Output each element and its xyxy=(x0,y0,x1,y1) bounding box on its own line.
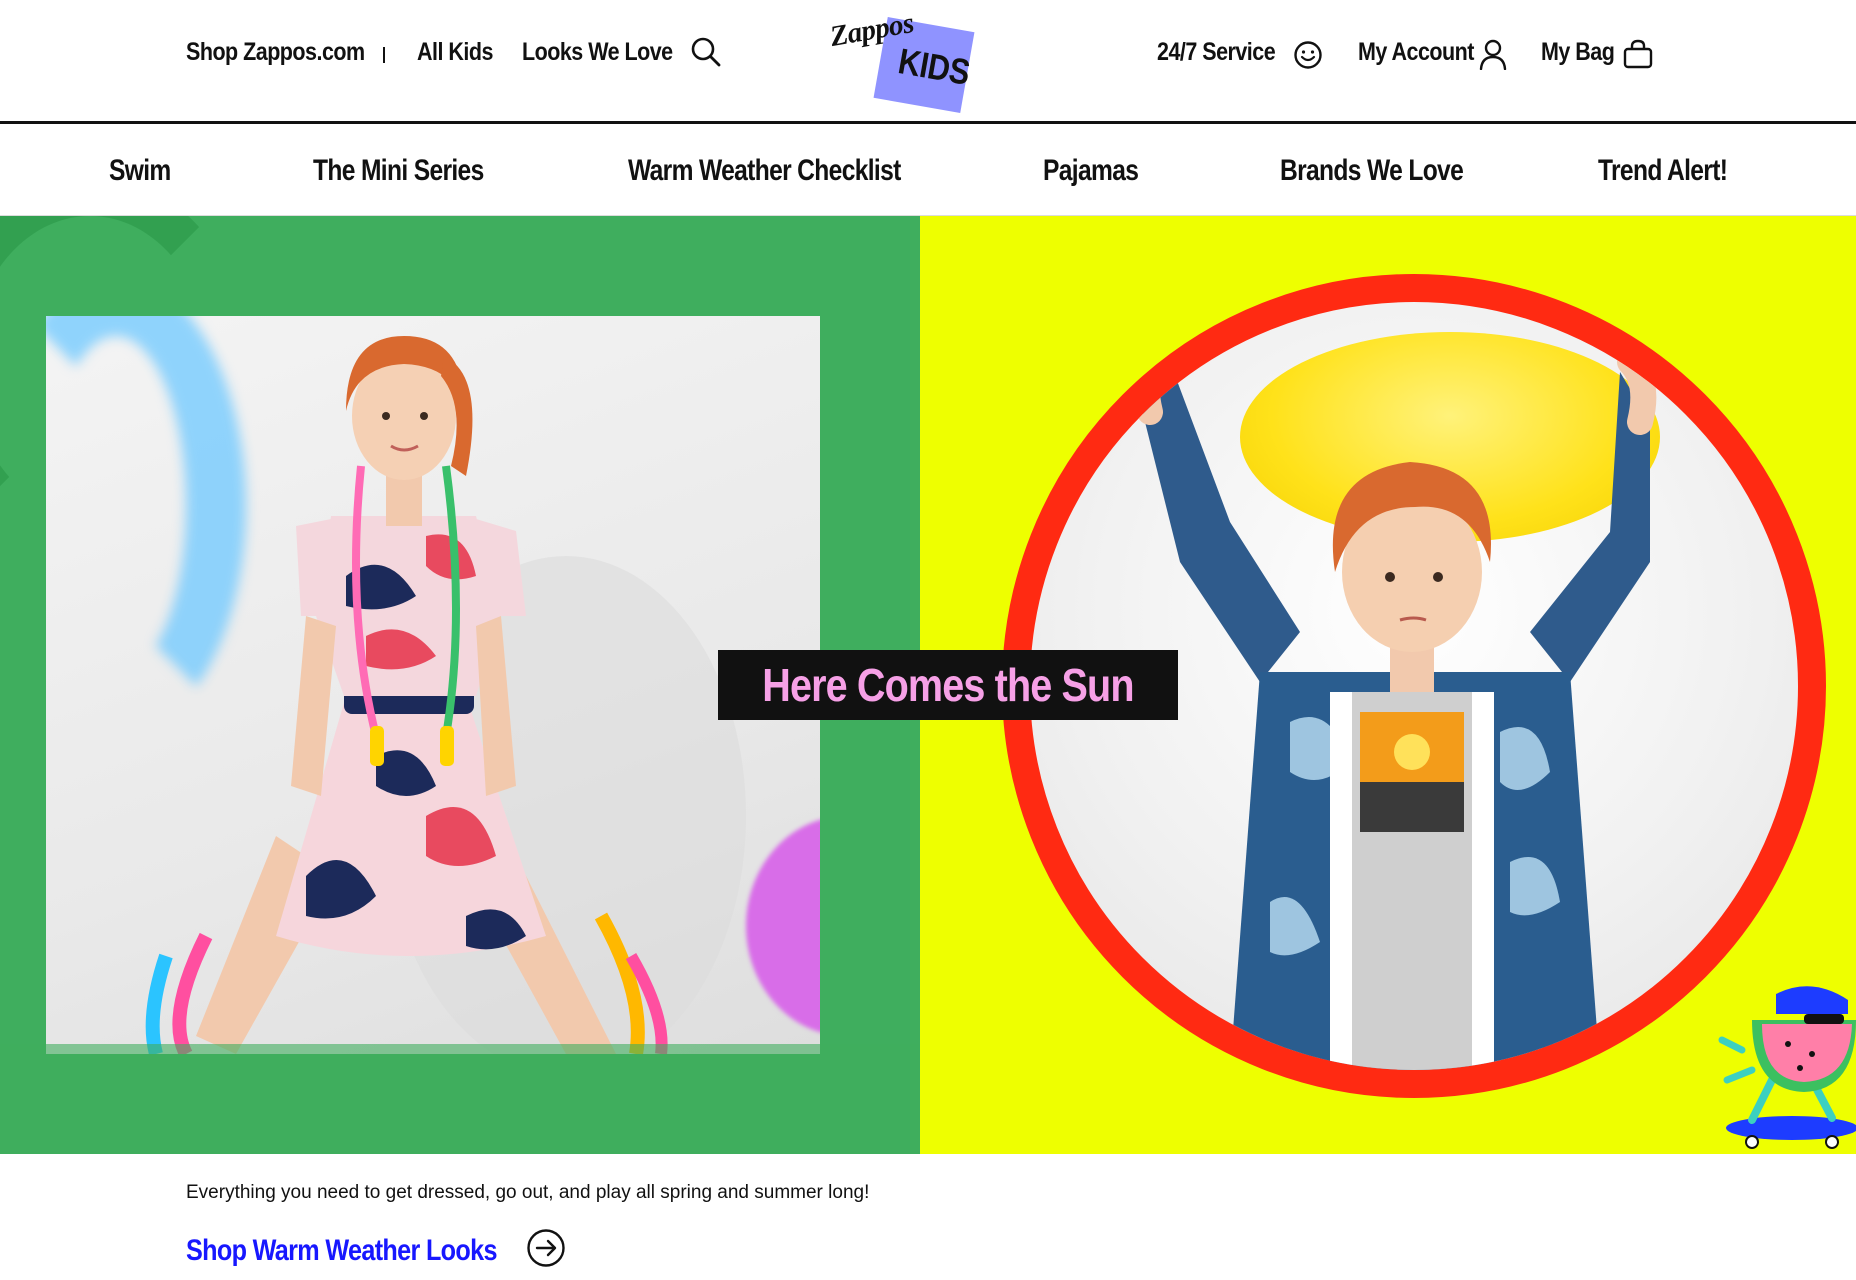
promo-description: Everything you need to get dressed, go o… xyxy=(186,1182,870,1203)
looks-we-love-link[interactable]: Looks We Love xyxy=(522,38,673,67)
arrow-right-circle-icon[interactable] xyxy=(526,1228,566,1273)
shop-warm-weather-looks-link[interactable]: Shop Warm Weather Looks xyxy=(186,1228,566,1273)
zappos-kids-logo[interactable]: Zappos KIDS xyxy=(828,4,1000,114)
shopping-bag-icon[interactable] xyxy=(1622,38,1654,75)
category-nav: Swim The Mini Series Warm Weather Checkl… xyxy=(0,124,1856,216)
hero-headline-text: Here Comes the Sun xyxy=(762,659,1134,711)
all-kids-link[interactable]: All Kids xyxy=(417,38,493,67)
nav-item-trend-alert[interactable]: Trend Alert! xyxy=(1598,154,1728,188)
site-header: Shop Zappos.com All Kids Looks We Love Z… xyxy=(0,0,1856,124)
service-link[interactable]: 24/7 Service xyxy=(1157,38,1276,67)
nav-item-pajamas[interactable]: Pajamas xyxy=(1043,154,1139,188)
nav-item-swim[interactable]: Swim xyxy=(109,154,171,188)
hero-headline[interactable]: Here Comes the Sun xyxy=(718,650,1178,720)
cta-label: Shop Warm Weather Looks xyxy=(186,1233,497,1267)
hero-banner[interactable]: Here Comes the Sun xyxy=(0,216,1856,1154)
nav-item-brands-we-love[interactable]: Brands We Love xyxy=(1280,154,1464,188)
nav-item-mini-series[interactable]: The Mini Series xyxy=(313,154,484,188)
girl-tie-dye-dress-photo[interactable] xyxy=(46,316,820,1054)
my-bag-link[interactable]: My Bag xyxy=(1541,38,1615,67)
user-icon[interactable] xyxy=(1478,38,1508,75)
shop-zappos-link[interactable]: Shop Zappos.com xyxy=(186,38,365,67)
green-overlay-strip xyxy=(0,1044,920,1154)
smiley-face-icon[interactable] xyxy=(1293,40,1323,75)
header-divider xyxy=(383,47,385,63)
watermelon-mascot-icon xyxy=(1712,980,1856,1150)
nav-item-warm-weather-checklist[interactable]: Warm Weather Checklist xyxy=(628,154,901,188)
my-account-link[interactable]: My Account xyxy=(1358,38,1474,67)
search-icon[interactable] xyxy=(690,36,722,73)
